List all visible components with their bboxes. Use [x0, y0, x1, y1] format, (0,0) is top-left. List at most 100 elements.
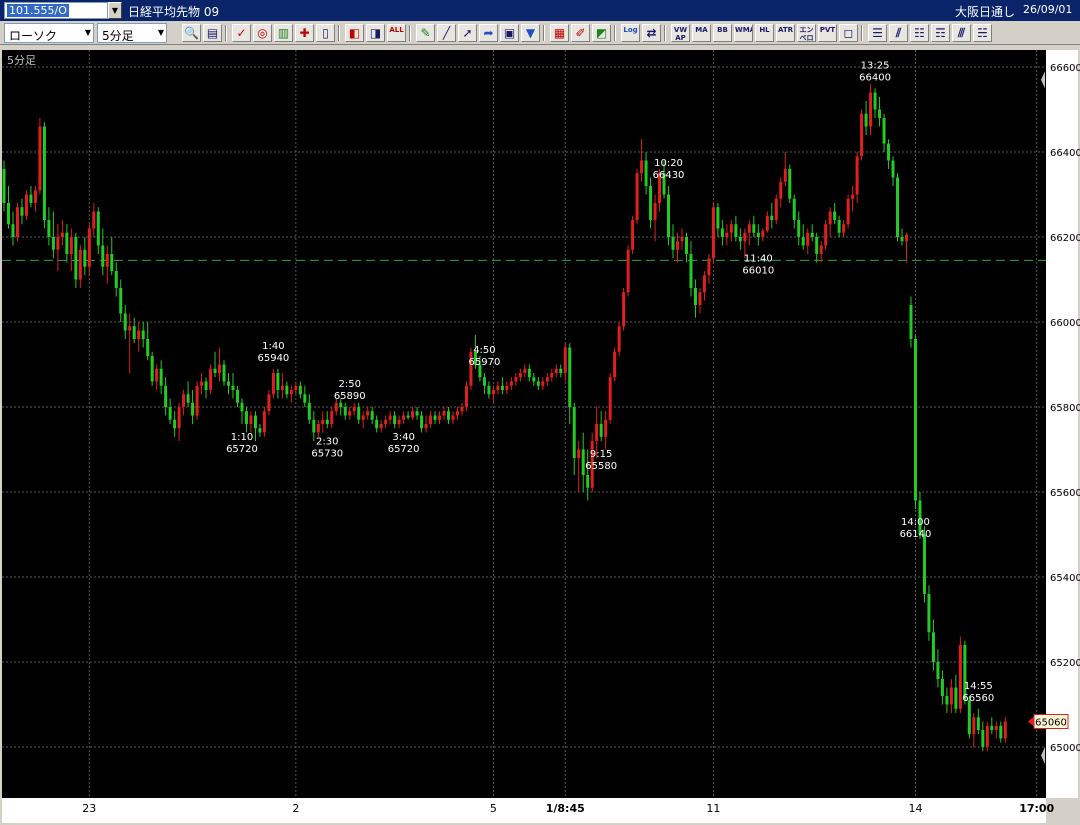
chart-type-select[interactable]: ローソク ▼ [4, 23, 94, 43]
candle-body [87, 228, 91, 267]
hl-button[interactable]: HL [755, 24, 774, 42]
panel1-icon[interactable]: ☰ [868, 24, 887, 42]
candle-body [321, 419, 325, 424]
bar-chart-icon[interactable]: ▥ [274, 24, 293, 42]
bb-button[interactable]: BB [713, 24, 732, 42]
env-button[interactable]: エン ベロ [797, 24, 816, 42]
panel5-icon[interactable]: ⫻ [952, 24, 971, 42]
candle-body [289, 390, 293, 395]
annotation-time: 10:20 [654, 158, 683, 169]
candle-right-icon[interactable]: ◨ [366, 24, 385, 42]
candle-body [69, 237, 73, 254]
title-bar: 101.555/O ▼ 日経平均先物 09 大阪日通し 26/09/01 [0, 0, 1080, 21]
annotation-time: 13:25 [861, 60, 890, 71]
panel4-icon[interactable]: ☶ [931, 24, 950, 42]
vwap-button[interactable]: VW AP [671, 24, 690, 42]
candle-body [756, 232, 760, 237]
candle-body [218, 364, 222, 373]
candle-body [626, 249, 630, 293]
candle-body [222, 364, 226, 382]
candle-body [200, 381, 204, 386]
candle-body [891, 160, 895, 178]
candle-body [285, 385, 289, 395]
toolbar-separator [338, 25, 340, 41]
panel3-icon[interactable]: ☷ [910, 24, 929, 42]
candle-body [631, 220, 635, 250]
candle-body [137, 330, 141, 339]
switch-icon[interactable]: ⇄ [642, 24, 661, 42]
candle-body [972, 717, 976, 735]
candle-body [900, 237, 904, 242]
frame-icon[interactable]: ◻ [839, 24, 858, 42]
candle-body [689, 254, 693, 288]
candle-body [640, 160, 644, 174]
note-icon[interactable]: ▣ [500, 24, 519, 42]
candle-body [550, 373, 554, 378]
candle-body [29, 194, 33, 203]
cursor-icon[interactable]: ➚ [458, 24, 477, 42]
candle-body [747, 224, 751, 233]
atr-button[interactable]: ATR [776, 24, 795, 42]
candle-body [990, 725, 994, 730]
candle-body [536, 381, 540, 386]
candle-body [842, 224, 846, 233]
line-tool-icon[interactable]: ╱ [437, 24, 456, 42]
price-chart[interactable]: 66600 66400 66200 66000 65800 65600 65400 65200… [0, 48, 1080, 825]
candle-body [379, 424, 383, 429]
candle-body [788, 169, 792, 199]
symbol-code-field[interactable]: 101.555/O [4, 2, 108, 19]
panel6-icon[interactable]: ☵ [973, 24, 992, 42]
x-tick-label: 5 [490, 802, 497, 815]
toolbar: ローソク ▼ 5分足 ▼ 🔍 ▤ ✓ ◎ ▥ ✚ ▯ ◧ ◨ ALL ✎ ╱ ➚ ➦ ▣ ▼ ▦ ✐ ◩ Log ⇄ VW… [0, 21, 1080, 45]
candle-body [343, 407, 347, 416]
candle-body [411, 411, 415, 418]
candle-body [249, 415, 253, 424]
color-icon[interactable]: ◩ [592, 24, 611, 42]
candle-body [209, 368, 213, 390]
candle-body [6, 203, 10, 225]
candle-body [532, 377, 536, 382]
x-tick-label: 1/8:45 [546, 802, 585, 815]
ma-button[interactable]: MA [692, 24, 711, 42]
candle-body [447, 411, 451, 420]
brush-icon[interactable]: ✐ [571, 24, 590, 42]
interval-select[interactable]: 5分足 ▼ [97, 23, 167, 43]
symbol-name: 日経平均先物 09 [128, 5, 220, 19]
candle-body [370, 411, 374, 420]
crosshair-icon[interactable]: ✚ [295, 24, 314, 42]
x-tick-label: 17:00 [1019, 802, 1054, 815]
candle-body [617, 326, 621, 352]
trash-icon[interactable]: ▼ [521, 24, 540, 42]
candle-body [406, 415, 410, 418]
layout-icon[interactable]: ▤ [203, 24, 222, 42]
pvt-button[interactable]: PVT [818, 24, 837, 42]
candle-body [442, 411, 446, 416]
log-button[interactable]: Log [621, 24, 640, 42]
symbol-dropdown-button[interactable]: ▼ [108, 2, 122, 19]
candle-body [33, 190, 37, 203]
candle-body [191, 402, 195, 416]
pen-icon[interactable]: ✎ [416, 24, 435, 42]
panel2-icon[interactable]: ⫽ [889, 24, 908, 42]
candle-body [743, 232, 747, 242]
pattern-icon[interactable]: ▦ [550, 24, 569, 42]
magnify-chart-icon[interactable]: ◎ [253, 24, 272, 42]
wma-button[interactable]: WMA [734, 24, 753, 42]
candle-body [276, 373, 280, 390]
candle-body [267, 394, 271, 412]
x-tick-label: 11 [706, 802, 720, 815]
candle-left-icon[interactable]: ◧ [345, 24, 364, 42]
arrow-tool-icon[interactable]: ➦ [479, 24, 498, 42]
zoom-icon[interactable]: 🔍 [182, 24, 201, 42]
annotation-price: 65720 [226, 444, 258, 455]
candle-body [976, 717, 980, 730]
indicator-icon[interactable]: ✓ [232, 24, 251, 42]
candle-body [119, 288, 123, 314]
candle-body [415, 411, 419, 416]
disabled-icon[interactable]: ▯ [316, 24, 335, 42]
toolbar-separator [614, 25, 616, 41]
candle-body [846, 198, 850, 225]
annotation-time: 2:50 [338, 379, 360, 390]
all-button[interactable]: ALL [387, 24, 406, 42]
candle-body [693, 288, 697, 305]
